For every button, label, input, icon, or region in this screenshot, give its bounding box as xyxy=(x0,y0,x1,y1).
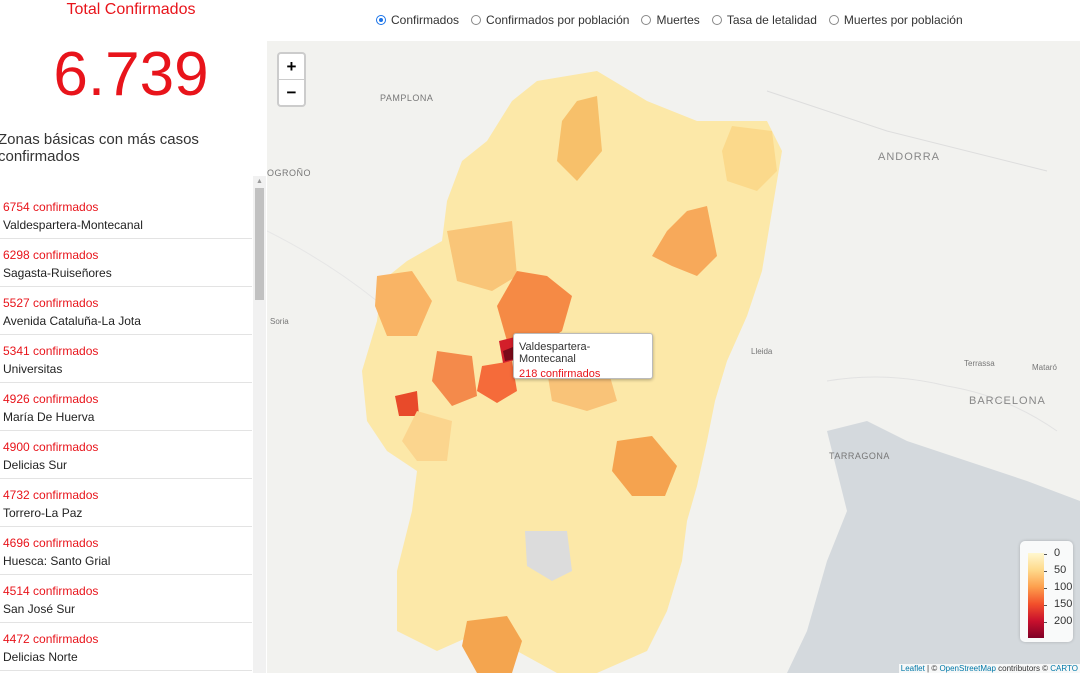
list-item[interactable]: 4472 confirmados Delicias Norte xyxy=(0,623,252,671)
list-item-name: Valdespartera-Montecanal xyxy=(3,218,143,232)
list-item-name: Avenida Cataluña-La Jota xyxy=(3,314,141,328)
list-item-count: 6754 confirmados xyxy=(3,200,99,214)
legend-label: 200 xyxy=(1054,615,1073,627)
list-item-count: 4900 confirmados xyxy=(3,440,99,454)
place-label: ANDORRA xyxy=(878,151,941,163)
map-attribution: Leaflet | © OpenStreetMap contributors ©… xyxy=(898,664,1080,673)
place-label: TARRAGONA xyxy=(829,451,890,461)
place-label: Terrassa xyxy=(964,359,995,368)
legend-tick xyxy=(1044,622,1047,623)
map-tooltip: Valdespartera-Montecanal 218 confirmados xyxy=(513,333,653,380)
total-value: 6.739 xyxy=(53,40,209,109)
list-item-name: Sagasta-Ruiseñores xyxy=(3,266,112,280)
zones-list[interactable]: 6754 confirmados Valdespartera-Montecanal… xyxy=(0,191,252,671)
list-item-count: 4926 confirmados xyxy=(3,392,99,406)
map-canvas[interactable] xyxy=(267,41,1080,673)
legend-color-bar xyxy=(1028,553,1044,638)
radio-muertes[interactable]: Muertes xyxy=(641,13,700,27)
choropleth-map[interactable]: + − PAMPLONA ANDORRA OGROÑO Soria Lleida… xyxy=(267,41,1080,673)
tooltip-zone-name: Valdespartera-Montecanal xyxy=(519,341,591,365)
scroll-thumb[interactable] xyxy=(255,188,264,300)
place-label: PAMPLONA xyxy=(380,93,434,103)
list-item[interactable]: 5341 confirmados Universitas xyxy=(0,335,252,383)
place-label: Lleida xyxy=(751,347,773,356)
zoom-in-button[interactable]: + xyxy=(279,54,304,80)
list-item[interactable]: 4732 confirmados Torrero-La Paz xyxy=(0,479,252,527)
legend-label: 150 xyxy=(1054,598,1073,610)
total-title: Total Confirmados xyxy=(66,1,196,18)
radio-label: Muertes xyxy=(656,13,700,27)
map-legend: 0 50 100 150 200 xyxy=(1020,541,1073,642)
list-item-count: 5341 confirmados xyxy=(3,344,99,358)
radio-circle-icon[interactable] xyxy=(471,15,482,25)
legend-label: 100 xyxy=(1054,581,1073,593)
attribution-contrib: contributors © xyxy=(995,664,1051,673)
metric-selector[interactable]: Confirmados Confirmados por población Mu… xyxy=(376,11,975,29)
sidebar: Total Confirmados 6.739 Zonas básicas co… xyxy=(0,0,267,673)
zoom-out-button[interactable]: − xyxy=(279,80,304,105)
radio-label: Muertes por población xyxy=(843,13,963,27)
legend-tick xyxy=(1044,588,1047,589)
list-item-name: Delicias Norte xyxy=(3,650,78,664)
list-item[interactable]: 6298 confirmados Sagasta-Ruiseñores xyxy=(0,239,252,287)
list-item-count: 4472 confirmados xyxy=(3,632,99,646)
legend-label: 50 xyxy=(1054,564,1067,576)
radio-label: Tasa de letalidad xyxy=(726,13,817,27)
tooltip-count: 218 confirmados xyxy=(519,368,601,380)
list-item-name: María De Huerva xyxy=(3,410,95,424)
list-item-name: Delicias Sur xyxy=(3,458,68,472)
leaflet-link[interactable]: Leaflet xyxy=(901,664,925,673)
radio-label: Confirmados xyxy=(391,13,460,27)
list-item-name: San José Sur xyxy=(3,602,76,616)
place-label: OGROÑO xyxy=(267,168,312,178)
place-label: Soria xyxy=(270,317,289,326)
list-item-name: Huesca: Santo Grial xyxy=(3,554,111,568)
zone-region[interactable] xyxy=(447,221,517,291)
list-item-count: 6298 confirmados xyxy=(3,248,99,262)
radio-confirmados-por-poblacion[interactable]: Confirmados por población xyxy=(471,13,629,27)
legend-tick xyxy=(1044,605,1047,606)
radio-circle-icon[interactable] xyxy=(641,15,652,25)
list-item-name: Torrero-La Paz xyxy=(3,506,83,520)
radio-confirmados[interactable]: Confirmados xyxy=(376,13,459,27)
legend-tick xyxy=(1044,554,1047,555)
list-item[interactable]: 6754 confirmados Valdespartera-Montecanal xyxy=(0,191,252,239)
list-item[interactable]: 4514 confirmados San José Sur xyxy=(0,575,252,623)
radio-tasa-de-letalidad[interactable]: Tasa de letalidad xyxy=(711,13,817,27)
radio-muertes-por-poblacion[interactable]: Muertes por población xyxy=(828,13,963,27)
list-item[interactable]: 5527 confirmados Avenida Cataluña-La Jota xyxy=(0,287,252,335)
list-item[interactable]: 4926 confirmados María De Huerva xyxy=(0,383,252,431)
legend-label: 0 xyxy=(1054,547,1061,559)
list-item[interactable]: 4900 confirmados Delicias Sur xyxy=(0,431,252,479)
list-item-name: Universitas xyxy=(3,362,63,376)
radio-circle-icon[interactable] xyxy=(376,15,386,25)
list-item-count: 4732 confirmados xyxy=(3,488,99,502)
list-scrollbar[interactable]: ▲ xyxy=(253,176,266,673)
place-label: Mataró xyxy=(1032,363,1057,372)
radio-label: Confirmados por población xyxy=(486,13,630,27)
scroll-up-arrow-icon[interactable]: ▲ xyxy=(253,176,266,188)
radio-circle-icon[interactable] xyxy=(828,15,839,25)
list-item-count: 4696 confirmados xyxy=(3,536,99,550)
zoom-control[interactable]: + − xyxy=(277,52,306,107)
radio-circle-icon[interactable] xyxy=(711,15,722,25)
place-label: BARCELONA xyxy=(969,395,1046,407)
attribution-sep: | © xyxy=(924,664,940,673)
zones-title: Zonas básicas con más casos confirmados xyxy=(0,131,199,165)
list-item-count: 4514 confirmados xyxy=(3,584,99,598)
list-item[interactable]: 4696 confirmados Huesca: Santo Grial xyxy=(0,527,252,575)
osm-link[interactable]: OpenStreetMap xyxy=(939,664,995,673)
legend-tick xyxy=(1044,571,1047,572)
carto-link[interactable]: CARTO xyxy=(1050,664,1078,673)
list-item-count: 5527 confirmados xyxy=(3,296,99,310)
